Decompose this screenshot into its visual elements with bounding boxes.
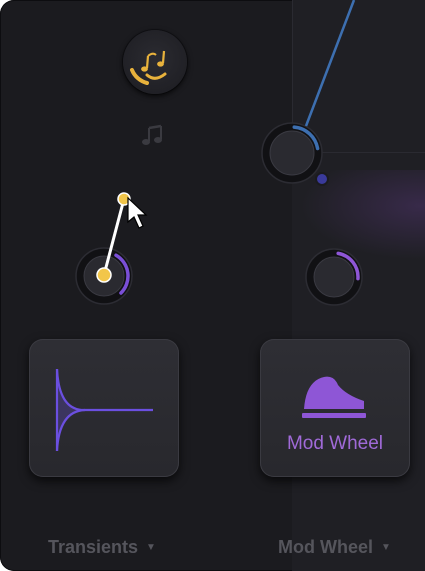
drag-source-handle[interactable] — [96, 267, 112, 283]
modulation-links-overlay — [96, 0, 356, 283]
modulation-panel: Mod Wheel Transients ▼ Mod Wheel ▼ — [0, 0, 425, 571]
drag-link-line — [102, 198, 126, 276]
modulation-link-line — [304, 0, 356, 127]
mod-connection-dot[interactable] — [315, 172, 329, 186]
pointer-cursor-icon — [127, 196, 148, 229]
